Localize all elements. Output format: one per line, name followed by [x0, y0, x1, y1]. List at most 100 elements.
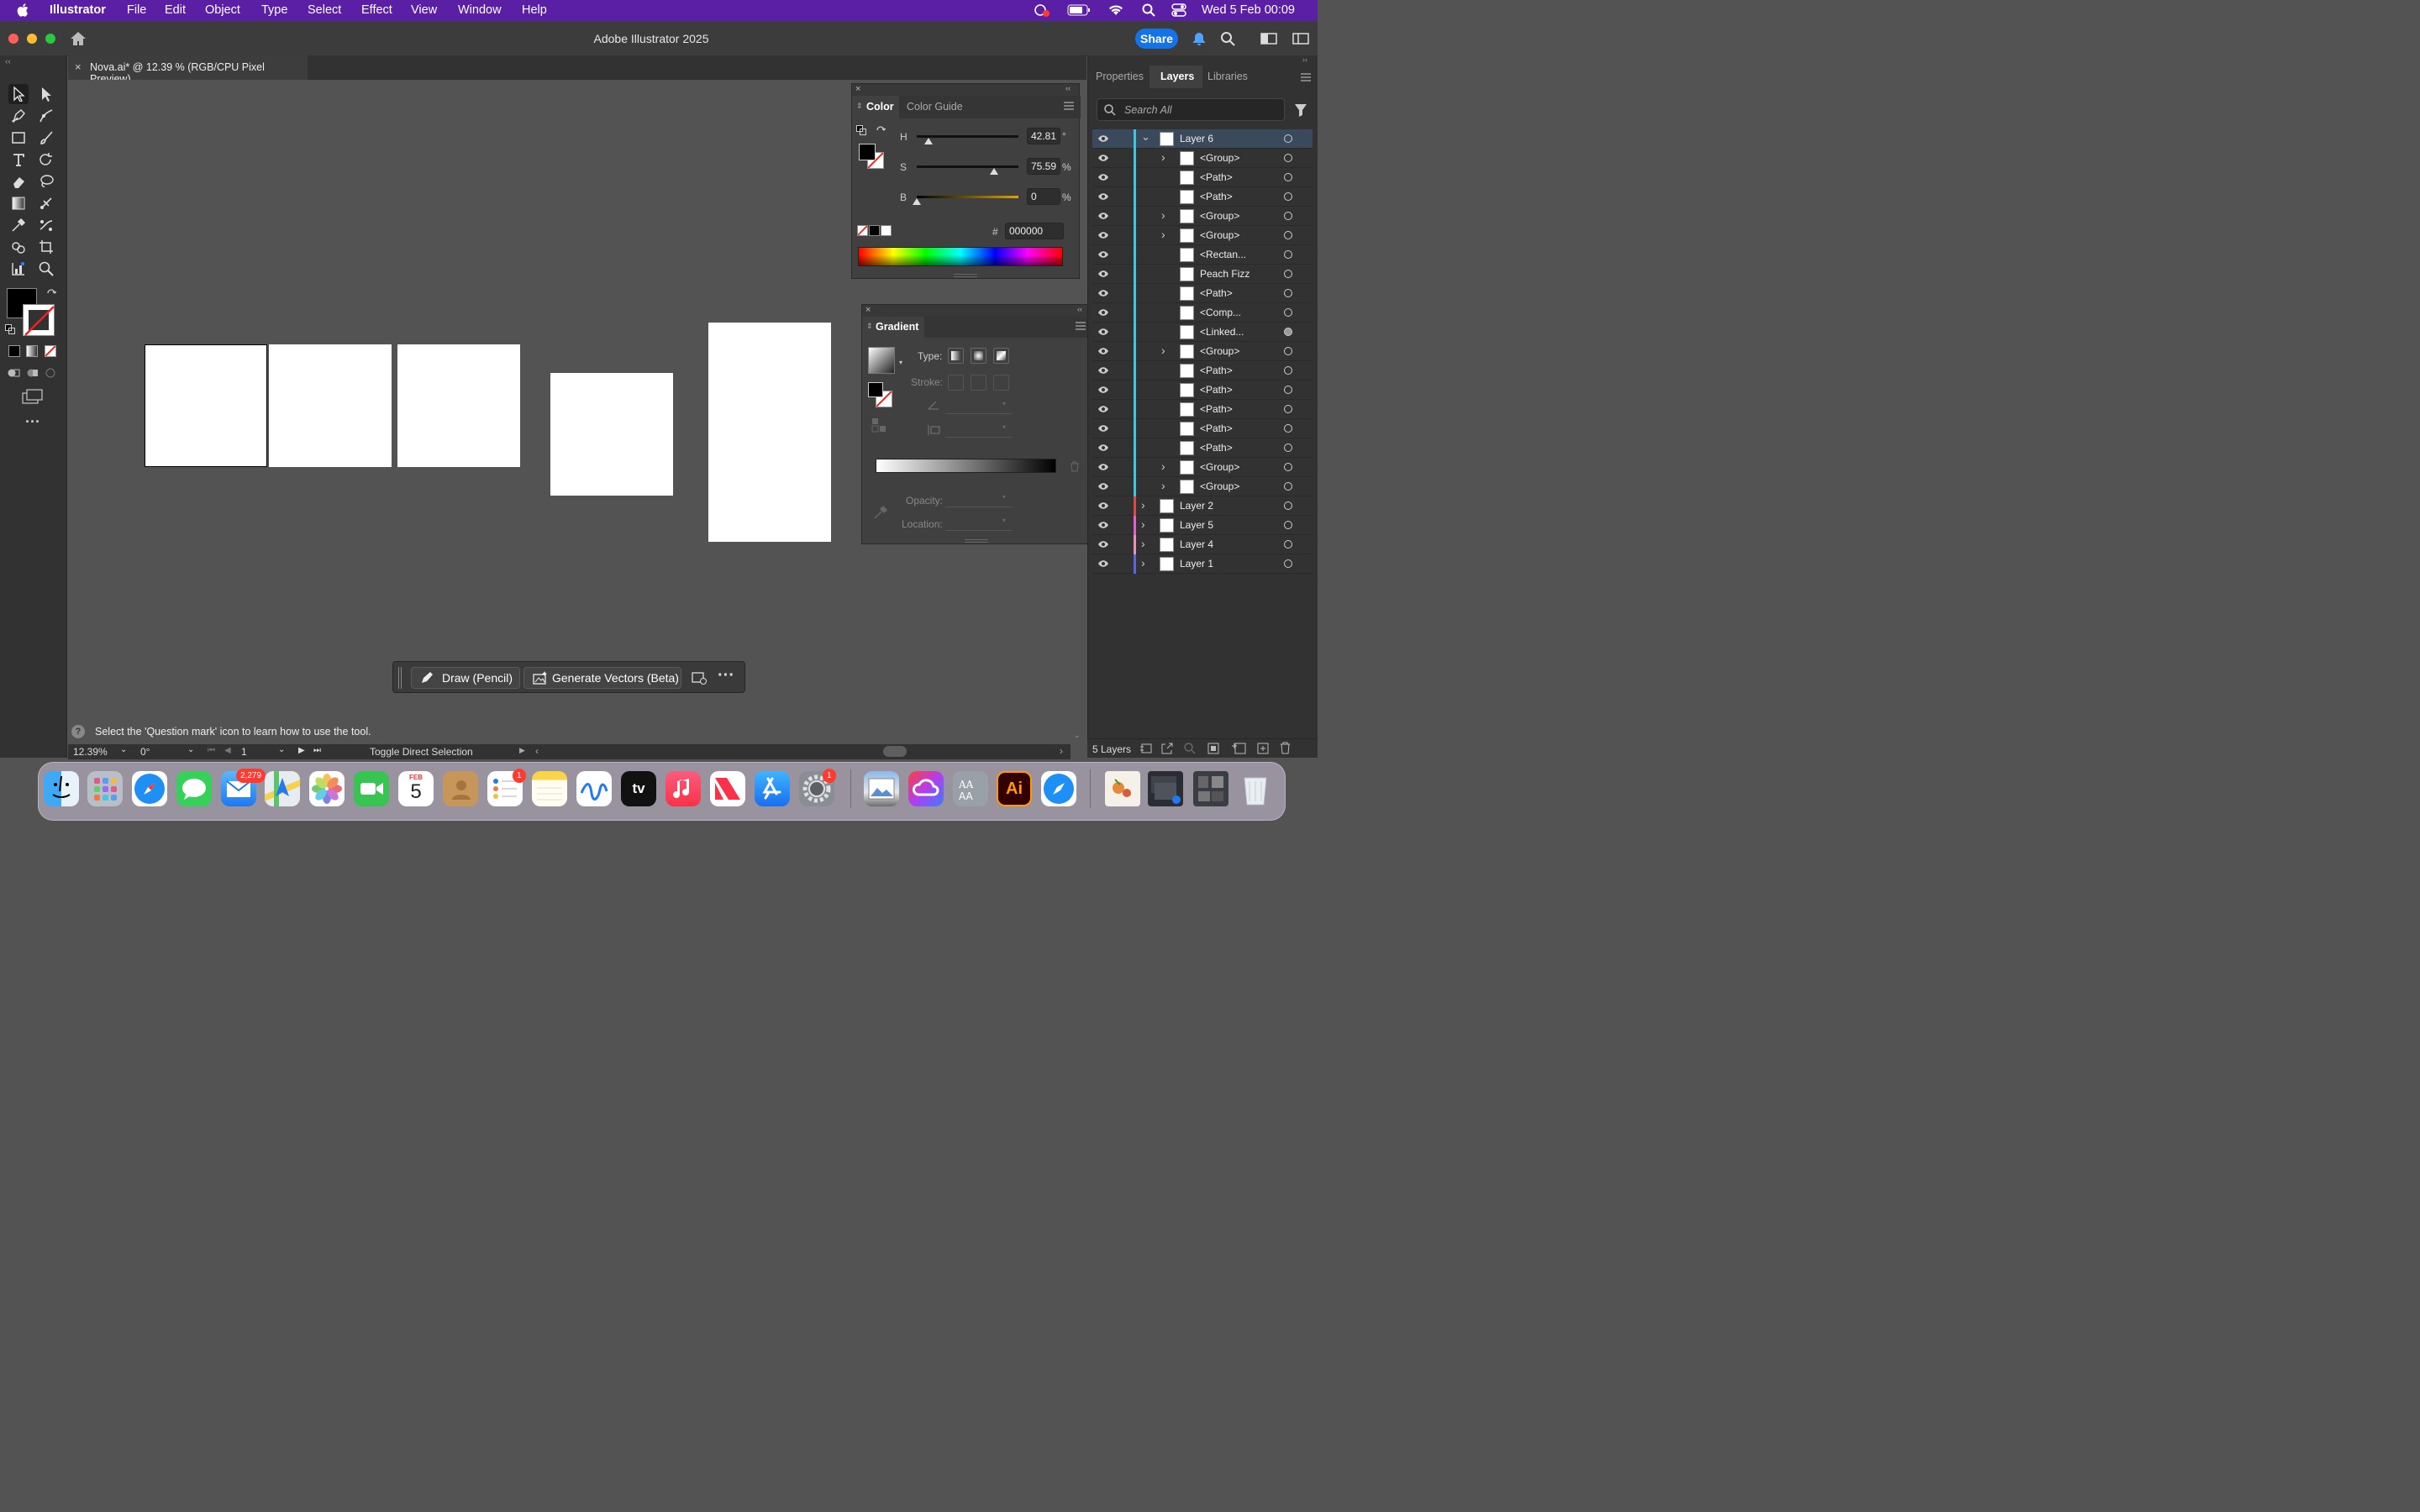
color-mode-icon[interactable]: [8, 345, 20, 357]
screen-mode-icon[interactable]: [22, 389, 44, 404]
stroke-color-swatch[interactable]: [23, 304, 55, 336]
question-mark-icon[interactable]: ?: [71, 725, 85, 738]
expand-chevron-icon[interactable]: ›: [1161, 459, 1165, 473]
brightness-field[interactable]: 0: [1027, 188, 1060, 205]
panel-grip-icon[interactable]: ⇕: [856, 102, 863, 111]
sublayer-row[interactable]: <Path>: [1092, 361, 1313, 381]
visibility-eye-icon[interactable]: [1097, 463, 1109, 471]
spotlight-search-icon[interactable]: [1142, 3, 1155, 17]
edit-toolbar-more-icon[interactable]: ···: [25, 413, 40, 431]
tab-gradient[interactable]: Gradient: [876, 321, 918, 333]
sublayer-row[interactable]: <Comp...: [1092, 303, 1313, 323]
swap-colors-icon[interactable]: [876, 125, 886, 135]
radial-gradient-button[interactable]: [971, 348, 986, 364]
tab-color[interactable]: Color: [866, 101, 894, 113]
curvature-tool-icon[interactable]: [36, 106, 56, 126]
target-circle-icon[interactable]: [1284, 289, 1292, 297]
tab-properties[interactable]: Properties: [1096, 71, 1144, 82]
expand-chevron-icon[interactable]: ›: [1161, 150, 1165, 164]
trash-icon[interactable]: [1238, 771, 1273, 806]
saturation-slider[interactable]: [917, 165, 1018, 168]
tab-layers[interactable]: Layers: [1160, 71, 1194, 82]
target-circle-icon[interactable]: [1284, 405, 1292, 413]
target-circle-icon[interactable]: [1284, 173, 1292, 181]
control-center-icon[interactable]: [1171, 3, 1186, 17]
scroll-left-icon[interactable]: ‹: [535, 745, 539, 757]
sublayer-row[interactable]: › <Group>: [1092, 477, 1313, 496]
photos-icon[interactable]: [309, 771, 345, 806]
wifi-icon[interactable]: [1108, 3, 1123, 16]
eyedropper-tool-icon[interactable]: [8, 215, 29, 235]
expand-chevron-icon[interactable]: ›: [1141, 517, 1145, 531]
panel-menu-icon[interactable]: [1076, 322, 1086, 330]
target-circle-icon[interactable]: [1284, 328, 1292, 336]
horizontal-scrollbar-thumb[interactable]: [883, 746, 907, 757]
none-mode-icon[interactable]: [45, 345, 56, 357]
visibility-eye-icon[interactable]: [1097, 173, 1109, 181]
visibility-eye-icon[interactable]: [1097, 192, 1109, 201]
delete-layer-icon[interactable]: [1280, 742, 1291, 754]
panel-menu-icon[interactable]: [1064, 102, 1074, 110]
artboard-3[interactable]: [397, 344, 520, 467]
zoom-field[interactable]: 12.39%: [73, 746, 108, 758]
layer-name[interactable]: <Path>: [1200, 287, 1233, 299]
expand-chevron-icon[interactable]: ›: [1161, 228, 1165, 241]
target-circle-icon[interactable]: [1284, 444, 1292, 452]
white-swatch[interactable]: [881, 225, 892, 236]
make-clipping-mask-icon[interactable]: [1207, 743, 1219, 754]
screenshots-stack-icon[interactable]: [1193, 771, 1228, 806]
menu-object[interactable]: Object: [205, 3, 240, 17]
visibility-eye-icon[interactable]: [1097, 540, 1109, 549]
zoom-dropdown-icon[interactable]: ⌄: [120, 745, 127, 754]
paintbrush-tool-icon[interactable]: [36, 128, 56, 148]
visibility-eye-icon[interactable]: [1097, 444, 1109, 452]
sublayer-row[interactable]: › <Group>: [1092, 458, 1313, 477]
layer-row[interactable]: › Layer 1: [1092, 554, 1313, 574]
font-book-icon[interactable]: AA AA: [953, 771, 988, 806]
layer-row[interactable]: › Layer 4: [1092, 535, 1313, 554]
aspect-ratio-field[interactable]: ▾: [945, 422, 1013, 438]
menu-file[interactable]: File: [127, 3, 146, 17]
type-tool-icon[interactable]: [8, 150, 29, 170]
location-field[interactable]: ▾: [945, 515, 1013, 531]
saturation-field[interactable]: 75.59: [1027, 158, 1060, 175]
sublayer-row[interactable]: <Path>: [1092, 381, 1313, 400]
downloads-stack-icon[interactable]: [1105, 771, 1140, 806]
artboard-2[interactable]: [269, 344, 392, 467]
panel-resize-grip[interactable]: [954, 274, 977, 277]
generate-settings-icon[interactable]: [692, 671, 707, 685]
menu-edit[interactable]: Edit: [165, 3, 186, 17]
sublayer-row[interactable]: › <Group>: [1092, 342, 1313, 361]
status-menu-arrow-icon[interactable]: ▶: [519, 746, 525, 755]
sublayer-row[interactable]: <Linked...: [1092, 323, 1313, 342]
sublayer-row[interactable]: › <Group>: [1092, 149, 1313, 168]
freeform-icon[interactable]: [576, 771, 612, 806]
apple-icon[interactable]: [17, 3, 30, 18]
color-fill-swatch[interactable]: [859, 144, 876, 160]
layer-name[interactable]: Layer 4: [1180, 538, 1213, 550]
sublayer-row[interactable]: › <Group>: [1092, 207, 1313, 226]
layers-search-box[interactable]: Search All: [1097, 98, 1285, 121]
layer-name[interactable]: <Path>: [1200, 191, 1233, 202]
panel-grip-icon[interactable]: ⇕: [866, 322, 873, 331]
expand-chevron-icon[interactable]: ›: [1161, 344, 1165, 357]
battery-icon[interactable]: [1067, 4, 1091, 16]
gradient-fill-swatch[interactable]: [868, 382, 883, 397]
app-store-icon[interactable]: [755, 771, 790, 806]
layer-name[interactable]: <Path>: [1200, 403, 1233, 415]
draw-behind-icon[interactable]: [26, 367, 39, 379]
opacity-field[interactable]: ▾: [945, 491, 1013, 507]
scroll-right-icon[interactable]: ›: [1060, 745, 1063, 757]
draw-normal-icon[interactable]: [7, 367, 20, 379]
shape-builder-tool-icon[interactable]: [8, 237, 29, 257]
visibility-eye-icon[interactable]: [1097, 386, 1109, 394]
filter-icon[interactable]: [1294, 103, 1307, 117]
visibility-eye-icon[interactable]: [1097, 405, 1109, 413]
collapse-panel-icon[interactable]: ‹‹: [1077, 305, 1082, 313]
last-artboard-icon[interactable]: ⏭: [313, 746, 321, 755]
stroke-along-button[interactable]: [971, 375, 986, 391]
menu-select[interactable]: Select: [308, 3, 341, 17]
visibility-eye-icon[interactable]: [1097, 250, 1109, 259]
brightness-slider-thumb[interactable]: [913, 198, 921, 205]
layer-name[interactable]: <Group>: [1200, 210, 1239, 222]
